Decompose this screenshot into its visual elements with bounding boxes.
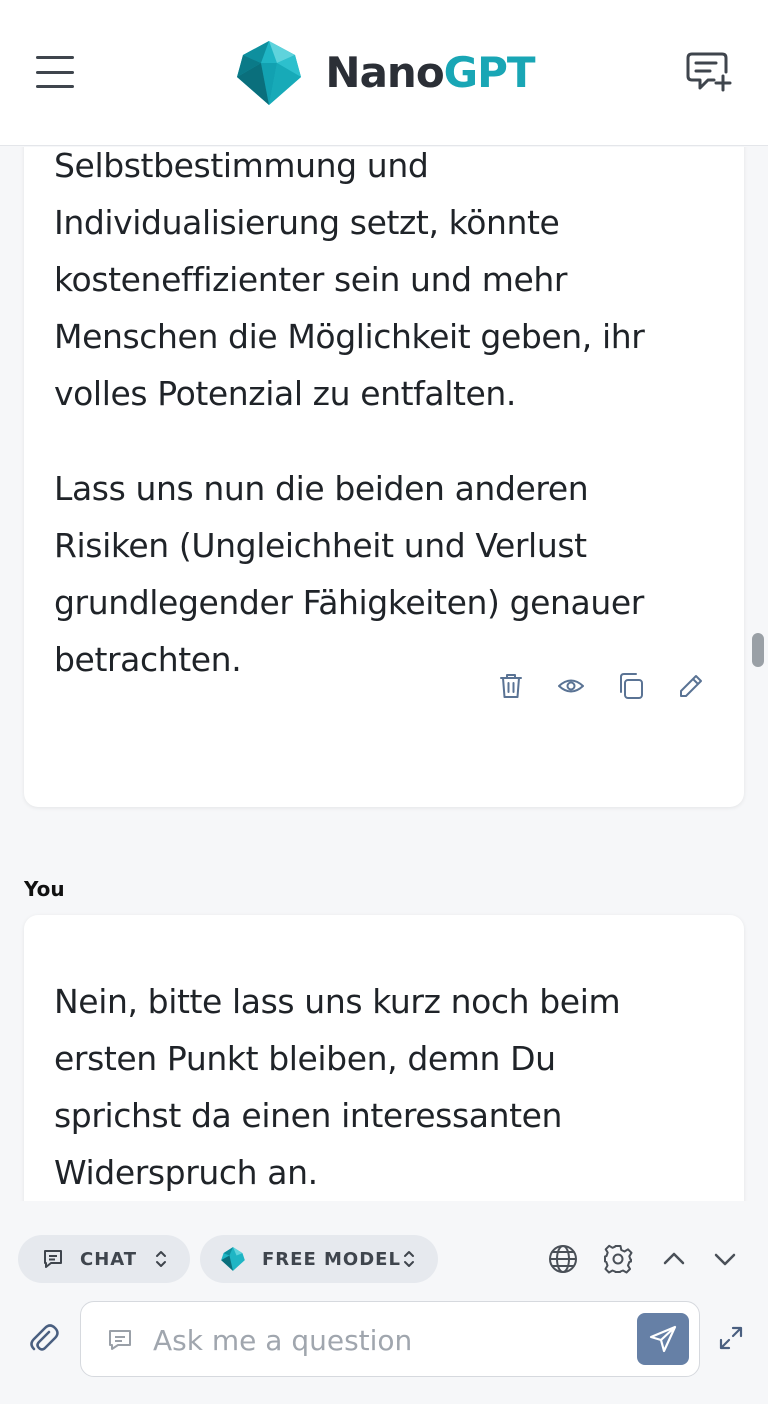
send-icon <box>649 1325 677 1353</box>
chat-bubble-icon <box>44 1250 62 1268</box>
app-header: NanoGPT <box>0 0 768 146</box>
user-label: You <box>24 877 65 901</box>
logo-text: NanoGPT <box>325 48 535 97</box>
send-button[interactable] <box>637 1313 689 1365</box>
copy-icon[interactable] <box>618 672 644 700</box>
mode-label: CHAT <box>80 1248 138 1270</box>
chevron-down-icon[interactable] <box>709 1243 741 1275</box>
gear-icon[interactable] <box>602 1243 634 1275</box>
user-message: Nein, bitte lass uns kurz noch beim erst… <box>24 915 744 1201</box>
composer-area: CHAT FREE MODEL <box>0 1201 768 1404</box>
chevron-updown-icon <box>156 1251 166 1267</box>
menu-icon[interactable] <box>36 56 74 88</box>
chat-bubble-icon <box>109 1330 131 1350</box>
globe-icon[interactable] <box>547 1243 579 1275</box>
model-label: FREE MODEL <box>262 1248 401 1270</box>
message-input[interactable] <box>153 1320 623 1360</box>
message-input-box <box>80 1301 700 1377</box>
scrollbar-thumb[interactable] <box>752 633 764 667</box>
expand-icon[interactable] <box>718 1325 744 1351</box>
model-selector[interactable]: FREE MODEL <box>200 1235 438 1283</box>
chevron-updown-icon <box>404 1251 414 1267</box>
user-message-text: Nein, bitte lass uns kurz noch beim erst… <box>54 982 621 1192</box>
message-actions <box>498 672 704 700</box>
logo: NanoGPT <box>233 37 536 109</box>
assistant-paragraph-2: Lass uns nun die beiden anderen Risiken … <box>54 469 644 679</box>
edit-icon[interactable] <box>678 672 704 700</box>
diamond-logo-icon <box>237 40 302 105</box>
chat-scroll-area[interactable]: Selbstbestimmung und Individualisierung … <box>0 147 768 1201</box>
eye-icon[interactable] <box>558 672 584 700</box>
mode-selector[interactable]: CHAT <box>18 1235 190 1283</box>
assistant-paragraph-1: Selbstbestimmung und Individualisierung … <box>54 147 645 413</box>
chevron-up-icon[interactable] <box>658 1243 690 1275</box>
trash-icon[interactable] <box>498 672 524 700</box>
paperclip-icon[interactable] <box>28 1323 60 1355</box>
assistant-message: Selbstbestimmung und Individualisierung … <box>24 147 744 807</box>
new-chat-icon[interactable] <box>686 50 732 92</box>
diamond-model-icon <box>221 1247 245 1271</box>
